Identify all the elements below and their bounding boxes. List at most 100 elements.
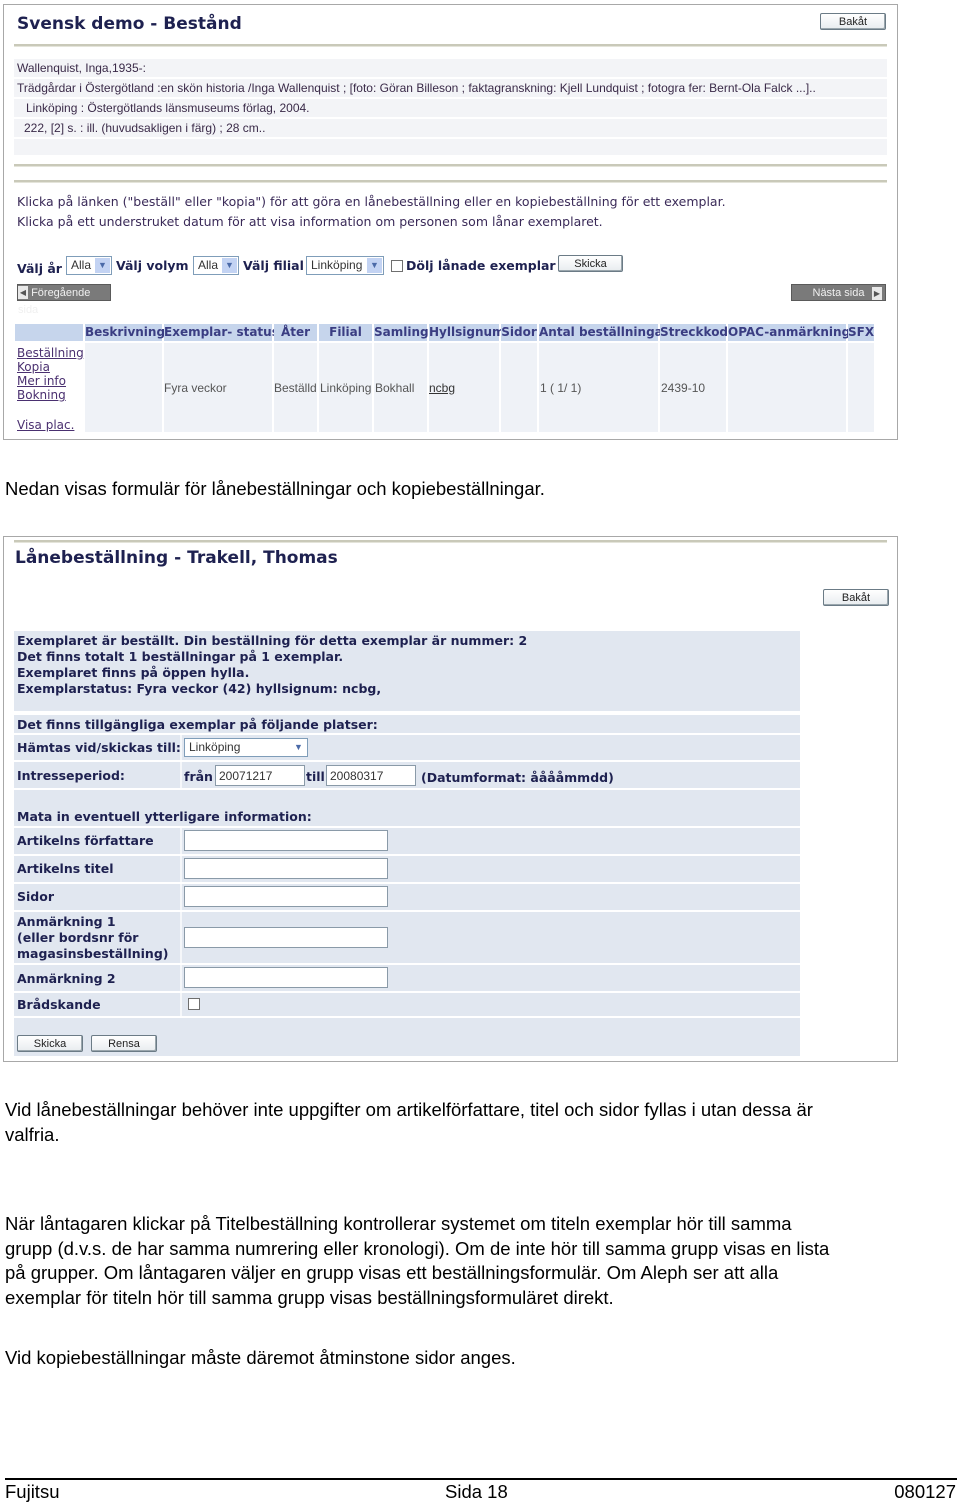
table-header: Samling [374,324,429,341]
footer-company: Fujitsu [5,1481,60,1502]
status-line: Exemplarstatus: Fyra veckor (42) hyllsig… [17,681,382,696]
article-title-input[interactable] [184,858,388,879]
copy-paragraph: Vid kopiebeställningar måste däremot åtm… [5,1347,516,1368]
table-cell [85,343,162,432]
chevron-down-icon: ▼ [291,740,306,755]
footer-date: 080127 [894,1481,956,1502]
field-row [14,965,800,991]
divider [14,180,887,183]
note-2-input[interactable] [184,967,388,988]
table-cell [848,343,874,432]
loan-paragraph: Vid lånebeställningar behöver inte uppgi… [5,1098,813,1147]
pickup-select[interactable]: Linköping ▼ [184,738,308,757]
urgent-label: Brådskande [17,997,101,1012]
previous-page-button[interactable]: ◀ Föregående sida [17,284,111,316]
copy-link[interactable]: Kopia [17,360,50,374]
separator [180,884,182,910]
field-label: Artikelns författare [17,833,154,848]
chevron-down-icon: ▼ [367,258,382,273]
table-header: Sidor [501,324,537,341]
year-select[interactable]: Alla ▼ [66,256,112,275]
submit-filter-button[interactable]: Skicka [558,255,623,272]
volume-select[interactable]: Alla ▼ [193,256,239,275]
booking-link[interactable]: Bokning [17,388,66,402]
triangle-left-icon: ◀ [18,285,28,299]
volume-label: Välj volym [116,258,189,273]
next-page-button[interactable]: Nästa sida ▶ [791,284,886,301]
back-button[interactable]: Bakåt [823,589,889,606]
order-count-value: 1 ( 1/ 1) [540,381,582,395]
year-select-value: Alla [71,258,92,272]
extra-info-heading: Mata in eventuell ytterligare informatio… [17,809,312,824]
field-row [14,856,800,882]
field-label: Sidor [17,889,54,904]
back-button[interactable]: Bakåt [820,13,886,30]
footer-page-number: Sida 18 [445,1481,508,1502]
table-header: Antal beställningar [539,324,669,341]
date-format-hint: (Datumformat: ååååmmdd) [421,770,614,785]
intro-paragraph: Nedan visas formulär för lånebeställning… [5,478,545,499]
table-header: Beskrivning [85,324,166,341]
table-header: SFX [848,324,875,341]
table-header: Exemplar- status [164,324,279,341]
separator [180,993,182,1016]
bib-empty-row [14,139,887,155]
pickup-label: Hämtas vid/skickas till: [17,740,181,755]
loan-request-title: Lånebeställning - Trakell, Thomas [15,548,338,568]
loan-paragraph-line: valfria. [5,1123,60,1145]
table-header: Filial [319,324,372,341]
separator [180,856,182,882]
note-1-input[interactable] [184,927,388,948]
bib-publisher: Linköping : Östergötlands länsmuseums fö… [14,99,887,117]
bib-author-text: Wallenquist, Inga,1935-: [17,61,146,75]
article-author-input[interactable] [184,830,388,851]
pickup-select-value: Linköping [189,740,241,754]
field-label: Artikelns titel [17,861,114,876]
available-text: Det finns tillgängliga exemplar på följa… [17,717,378,732]
hide-loaned-checkbox[interactable] [391,260,403,272]
order-link[interactable]: Beställning [17,346,84,360]
field-row [14,884,800,910]
separator [180,912,182,963]
title-order-paragraph-line: på grupper. Om låntagaren väljer en grup… [5,1262,779,1283]
field-label: Anmärkning 2 [17,971,116,986]
to-date-input[interactable] [326,765,416,786]
volume-select-value: Alla [198,258,219,272]
status-line: Exemplaret är beställt. Din beställning … [17,633,528,648]
bib-title: Trädgårdar i Östergötland :en skön histo… [14,79,887,97]
from-date-input[interactable] [215,765,305,786]
branch-value: Linköping [320,381,372,395]
call-number-link[interactable]: ncbg [429,381,455,395]
branch-select-value: Linköping [311,258,363,272]
status-line: Det finns totalt 1 beställningar på 1 ex… [17,649,344,664]
instruction-line-2: Klicka på ett understruket datum för att… [17,214,603,229]
holdings-title: Svensk demo - Bestånd [17,14,242,34]
hide-loaned-label: Dölj lånade exemplar [406,258,556,273]
pages-input[interactable] [184,886,388,907]
branch-label: Välj filial [243,258,304,273]
submit-button[interactable]: Skicka [17,1035,83,1052]
show-location-link[interactable]: Visa plac. [17,418,74,432]
more-info-link[interactable]: Mer info [17,374,66,388]
urgent-row [14,993,800,1016]
bib-title-text: Trädgårdar i Östergötland :en skön histo… [17,81,816,95]
separator [180,828,182,854]
title-order-paragraph-line: grupp (d.v.s. de har samma numrering ell… [5,1237,830,1259]
reset-button[interactable]: Rensa [91,1035,157,1052]
separator [180,762,182,788]
status-value: Fyra veckor [164,381,227,395]
bib-extent-text: 222, [2] s. : ill. (huvudsakligen i färg… [24,121,266,135]
urgent-checkbox[interactable] [188,998,200,1010]
table-header: Streckkod [660,324,729,341]
interest-label: Intresseperiod: [17,768,125,783]
branch-select[interactable]: Linköping ▼ [306,256,384,275]
collection-value: Bokhall [375,381,415,395]
bib-publisher-text: Linköping : Östergötlands länsmuseums fö… [26,101,310,115]
table-header-blank [15,324,83,341]
title-order-paragraph: När låntagaren klickar på Titelbeställni… [5,1212,829,1310]
from-label: från [184,769,213,784]
footer-rule [5,1478,957,1480]
divider [14,540,887,543]
separator [180,965,182,991]
table-header: Hyllsignum [429,324,505,341]
